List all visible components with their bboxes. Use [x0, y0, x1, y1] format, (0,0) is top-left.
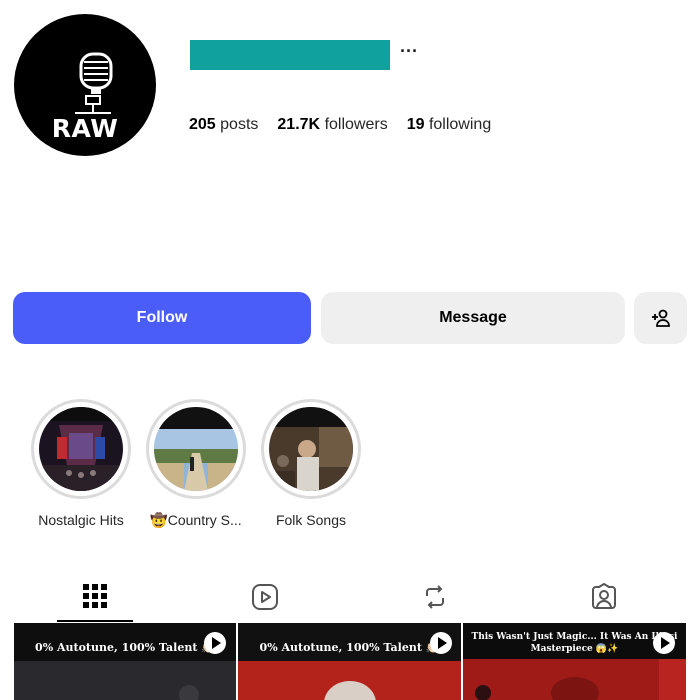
followers-count: 21.7K: [277, 116, 321, 133]
followers-label: followers: [324, 116, 388, 133]
username-redacted: [190, 40, 390, 70]
grid-icon: [83, 584, 107, 608]
active-tab-indicator: [57, 620, 133, 622]
tab-posts-grid[interactable]: [82, 583, 110, 611]
following-label: following: [428, 116, 492, 133]
post-tile[interactable]: 0% Autotune, 100% Talent 👏🏻: [14, 623, 236, 700]
tab-reposts[interactable]: [421, 583, 449, 611]
posts-stat[interactable]: 205 posts: [189, 116, 258, 134]
highlight-cover-image: [39, 407, 123, 491]
following-stat[interactable]: 19 following: [407, 116, 492, 134]
post-caption: 0% Autotune, 100% Talent 👏🏻: [259, 641, 440, 654]
tagged-icon: [592, 583, 616, 609]
highlight-cover-image: [154, 407, 238, 491]
tab-tagged[interactable]: [590, 583, 618, 611]
posts-label: posts: [220, 116, 259, 133]
message-button[interactable]: Message: [321, 292, 625, 344]
highlight-cover-image: [269, 407, 353, 491]
reel-badge-icon: [653, 632, 675, 654]
add-person-icon: [651, 309, 670, 327]
follow-button[interactable]: Follow: [13, 292, 311, 344]
add-user-button[interactable]: [634, 292, 687, 344]
reel-badge-icon: [204, 632, 226, 654]
post-thumbnail: [14, 623, 236, 700]
highlight-country-songs[interactable]: [146, 399, 246, 499]
following-count: 19: [406, 116, 425, 133]
highlight-nostalgic-hits[interactable]: [31, 399, 131, 499]
post-tile[interactable]: This Wasn't Just Magic... It Was An Illu…: [463, 623, 686, 700]
reels-icon: [252, 584, 278, 610]
avatar-logo-text: RAW: [51, 114, 119, 143]
followers-stat[interactable]: 21.7K followers: [277, 116, 387, 134]
reposts-icon: [426, 585, 444, 609]
reel-badge-icon: [430, 632, 452, 654]
profile-stats: 205 posts 21.7K followers 19 following: [189, 116, 491, 134]
tab-reels[interactable]: [251, 583, 279, 611]
more-options-icon[interactable]: ···: [398, 40, 420, 70]
highlight-label: Folk Songs: [275, 512, 347, 528]
post-caption: 0% Autotune, 100% Talent 👏🏻: [35, 641, 215, 654]
post-tile[interactable]: 0% Autotune, 100% Talent 👏🏻: [238, 623, 461, 700]
post-thumbnail: [238, 623, 461, 700]
highlight-folk-songs[interactable]: [261, 399, 361, 499]
profile-avatar[interactable]: RAW: [14, 14, 156, 156]
posts-count: 205: [189, 116, 216, 133]
